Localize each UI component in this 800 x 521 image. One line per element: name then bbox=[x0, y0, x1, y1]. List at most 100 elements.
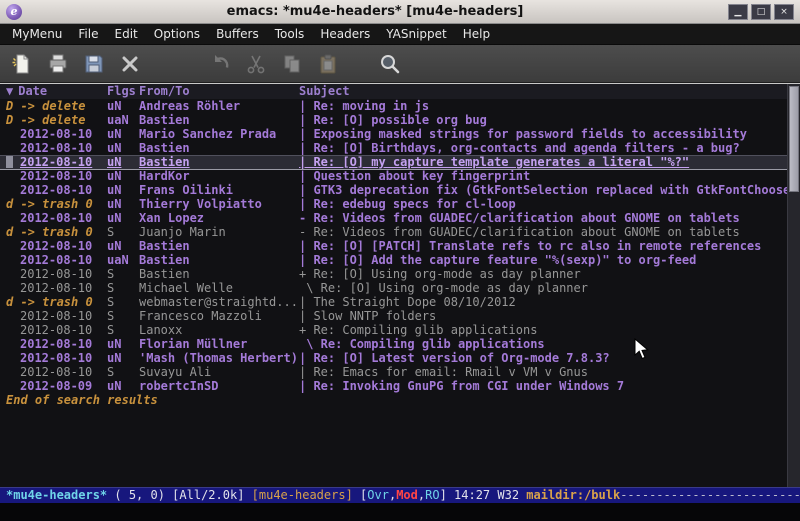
message-row[interactable]: 2012-08-10SMichael Welle \ Re: [O] Using… bbox=[0, 281, 800, 295]
message-flags: uN bbox=[107, 169, 139, 183]
message-row[interactable]: 2012-08-10uNHardKor| Question about key … bbox=[0, 169, 800, 183]
menu-buffers[interactable]: Buffers bbox=[208, 24, 267, 44]
message-flags: uN bbox=[107, 183, 139, 197]
message-date: 2012-08-10 bbox=[6, 127, 107, 141]
message-row[interactable]: d -> trash 0uNThierry Volpiatto| Re: ede… bbox=[0, 197, 800, 211]
headers-column-row: ▼ Date Flgs From/To Subject bbox=[0, 84, 800, 99]
message-from: robertcInSD bbox=[139, 379, 299, 393]
message-from: Mario Sanchez Prada bbox=[139, 127, 299, 141]
message-date: 2012-08-10 bbox=[6, 253, 107, 267]
message-date: 2012-08-10 bbox=[6, 155, 107, 169]
save-icon[interactable] bbox=[78, 49, 110, 79]
message-subject: | Re: [O] my capture template generates … bbox=[299, 155, 800, 169]
window-controls: ▁ □ × bbox=[728, 4, 794, 20]
message-row[interactable]: 2012-08-10uNBastien| Re: [O] [PATCH] Tra… bbox=[0, 239, 800, 253]
cut-icon[interactable] bbox=[240, 49, 272, 79]
message-flags: S bbox=[107, 309, 139, 323]
buffer-area: ▼Date Flgs From/To Subject D -> deleteuN… bbox=[0, 83, 800, 487]
copy-icon[interactable] bbox=[276, 49, 308, 79]
emacs-window: e emacs: *mu4e-headers* [mu4e-headers] ▁… bbox=[0, 0, 800, 521]
message-row[interactable]: 2012-08-10SLanoxx+ Re: Compiling glib ap… bbox=[0, 323, 800, 337]
message-flags: uN bbox=[107, 379, 139, 393]
message-row[interactable]: 2012-08-10uaNBastien| Re: [O] Add the ca… bbox=[0, 253, 800, 267]
close-button[interactable]: × bbox=[774, 4, 794, 20]
message-subject: | Re: edebug specs for cl-loop bbox=[299, 197, 800, 211]
message-subject: | Exposing masked strings for password f… bbox=[299, 127, 800, 141]
new-file-icon[interactable] bbox=[6, 49, 38, 79]
menu-help[interactable]: Help bbox=[455, 24, 498, 44]
message-row[interactable]: 2012-08-10SFrancesco Mazzoli| Slow NNTP … bbox=[0, 309, 800, 323]
message-from: Suvayu Ali bbox=[139, 365, 299, 379]
sort-descending-icon[interactable]: ▼ bbox=[6, 84, 13, 98]
undo-icon[interactable] bbox=[204, 49, 236, 79]
message-subject: | Question about key fingerprint bbox=[299, 169, 800, 183]
message-row[interactable]: 2012-08-10uN'Mash (Thomas Herbert)| Re: … bbox=[0, 351, 800, 365]
minimize-button[interactable]: ▁ bbox=[728, 4, 748, 20]
message-flags: uN bbox=[107, 337, 139, 351]
message-row[interactable]: d -> trash 0Swebmaster@straightd...| The… bbox=[0, 295, 800, 309]
message-date: 2012-08-10 bbox=[6, 281, 107, 295]
column-from[interactable]: From/To bbox=[139, 84, 299, 99]
message-row[interactable]: D -> deleteuaNBastien| Re: [O] possible … bbox=[0, 113, 800, 127]
message-date: 2012-08-10 bbox=[6, 337, 107, 351]
message-mark: D -> delete bbox=[6, 113, 107, 127]
message-row[interactable]: D -> deleteuNAndreas Röhler| Re: moving … bbox=[0, 99, 800, 113]
scrollbar[interactable] bbox=[787, 84, 800, 487]
message-mark: d -> trash 0 bbox=[6, 295, 107, 309]
message-flags: uN bbox=[107, 155, 139, 169]
message-row[interactable]: 2012-08-10uNBastien| Re: [O] Birthdays, … bbox=[0, 141, 800, 155]
message-row[interactable]: 2012-08-10SBastien+ Re: [O] Using org-mo… bbox=[0, 267, 800, 281]
message-flags: S bbox=[107, 267, 139, 281]
message-row[interactable]: 2012-08-10uNMario Sanchez Prada| Exposin… bbox=[0, 127, 800, 141]
maximize-button[interactable]: □ bbox=[751, 4, 771, 20]
menu-yasnippet[interactable]: YASnippet bbox=[378, 24, 455, 44]
menu-tools[interactable]: Tools bbox=[267, 24, 313, 44]
message-subject: | The Straight Dope 08/10/2012 bbox=[299, 295, 800, 309]
menu-options[interactable]: Options bbox=[146, 24, 208, 44]
message-row[interactable]: 2012-08-10uNBastien| Re: [O] my capture … bbox=[0, 155, 800, 169]
message-date: 2012-08-10 bbox=[6, 183, 107, 197]
message-flags: uN bbox=[107, 99, 139, 113]
menu-mymenu[interactable]: MyMenu bbox=[4, 24, 70, 44]
message-from: Francesco Mazzoli bbox=[139, 309, 299, 323]
message-row[interactable]: 2012-08-10SSuvayu Ali| Re: Emacs for ema… bbox=[0, 365, 800, 379]
message-from: Bastien bbox=[139, 267, 299, 281]
message-subject: | Slow NNTP folders bbox=[299, 309, 800, 323]
text-cursor bbox=[6, 156, 13, 168]
message-flags: uN bbox=[107, 239, 139, 253]
titlebar[interactable]: e emacs: *mu4e-headers* [mu4e-headers] ▁… bbox=[0, 0, 800, 24]
menu-headers[interactable]: Headers bbox=[312, 24, 378, 44]
message-flags: uaN bbox=[107, 113, 139, 127]
message-from: 'Mash (Thomas Herbert) bbox=[139, 351, 299, 365]
column-date[interactable]: ▼ Date bbox=[6, 84, 107, 99]
message-subject: | Re: Emacs for email: Rmail v VM v Gnus bbox=[299, 365, 800, 379]
message-subject: - Re: Videos from GUADEC/clarification a… bbox=[299, 225, 800, 239]
message-from: Andreas Röhler bbox=[139, 99, 299, 113]
column-flags[interactable]: Flgs bbox=[107, 84, 139, 99]
scrollbar-thumb[interactable] bbox=[789, 86, 799, 192]
message-from: Juanjo Marin bbox=[139, 225, 299, 239]
print-icon[interactable] bbox=[42, 49, 74, 79]
message-row[interactable]: 2012-08-09uNrobertcInSD| Re: Invoking Gn… bbox=[0, 379, 800, 393]
message-subject: + Re: [O] Using org-mode as day planner bbox=[299, 267, 800, 281]
message-date: 2012-08-10 bbox=[6, 239, 107, 253]
message-mark: D -> delete bbox=[6, 99, 107, 113]
message-flags: S bbox=[107, 365, 139, 379]
message-subject: | Re: [O] Birthdays, org-contacts and ag… bbox=[299, 141, 800, 155]
message-row[interactable]: 2012-08-10uNXan Lopez- Re: Videos from G… bbox=[0, 211, 800, 225]
echo-area[interactable] bbox=[0, 503, 800, 521]
message-date: 2012-08-10 bbox=[6, 323, 107, 337]
message-row[interactable]: d -> trash 0SJuanjo Marin- Re: Videos fr… bbox=[0, 225, 800, 239]
column-subject[interactable]: Subject bbox=[299, 84, 800, 99]
modeline-segment: RO bbox=[425, 488, 439, 502]
menu-file[interactable]: File bbox=[70, 24, 106, 44]
column-date-label: Date bbox=[18, 84, 47, 98]
message-row[interactable]: 2012-08-10uNFrans Oilinki| GTK3 deprecat… bbox=[0, 183, 800, 197]
message-row[interactable]: 2012-08-10uNFlorian Müllner \ Re: Compil… bbox=[0, 337, 800, 351]
message-from: Thierry Volpiatto bbox=[139, 197, 299, 211]
close-icon[interactable] bbox=[114, 49, 146, 79]
paste-icon[interactable] bbox=[312, 49, 344, 79]
menu-edit[interactable]: Edit bbox=[107, 24, 146, 44]
mouse-cursor bbox=[634, 338, 651, 361]
search-icon[interactable] bbox=[374, 49, 406, 79]
